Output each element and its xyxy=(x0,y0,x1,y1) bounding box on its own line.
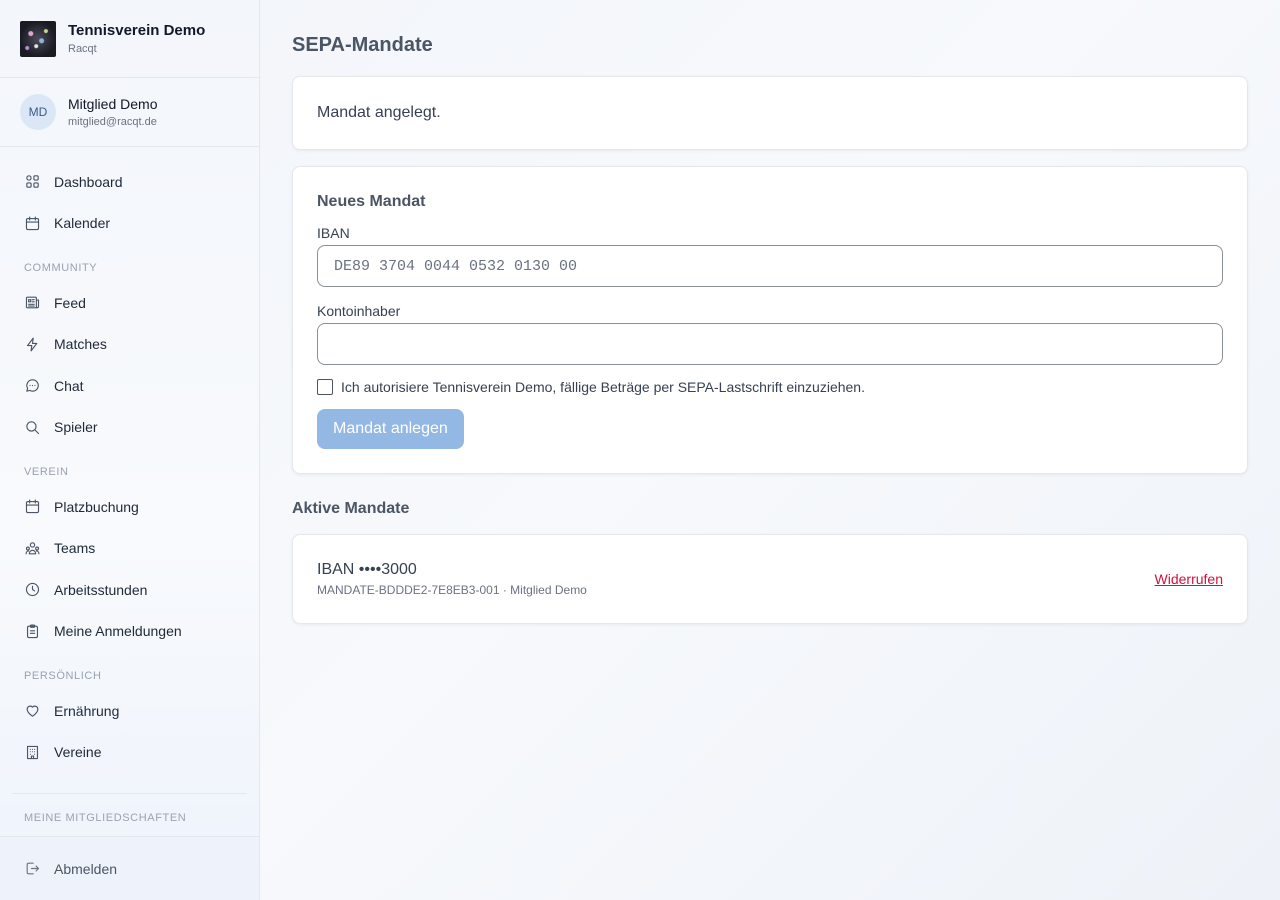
form-title: Neues Mandat xyxy=(317,193,426,210)
nav-section-verein: Verein xyxy=(24,466,69,478)
active-mandates-title: Aktive Mandate xyxy=(292,500,410,517)
heart-icon xyxy=(26,705,39,717)
sidebar-item-teams[interactable]: Teams xyxy=(12,528,247,570)
logout-icon xyxy=(26,862,40,875)
sidebar-nav: Dashboard Kalender Community Feed Matche… xyxy=(0,147,259,900)
mandate-iban: IBAN ••••3000 xyxy=(317,561,417,578)
sidebar-item-matches[interactable]: Matches xyxy=(12,324,247,366)
calendar-icon xyxy=(25,499,40,514)
club-logo xyxy=(20,20,56,57)
revoke-link[interactable]: Widerrufen xyxy=(1155,571,1223,587)
mandate-meta: MANDATE-BDDDE2-7E8EB3-001 · Mitglied Dem… xyxy=(317,583,587,597)
sidebar-item-label: Ernährung xyxy=(54,702,120,719)
sidebar-item-ernaehrung[interactable]: Ernährung xyxy=(12,690,247,732)
sidebar-item-label: Dashboard xyxy=(54,173,123,190)
club-name: Tennisverein Demo xyxy=(68,22,206,39)
sidebar-item-spieler[interactable]: Spieler xyxy=(12,407,247,449)
page-title: SEPA-Mandate xyxy=(292,34,433,56)
notice-text: Mandat angelegt. xyxy=(317,104,441,121)
lightning-icon xyxy=(26,337,38,352)
iban-input[interactable] xyxy=(317,245,1223,287)
building-icon xyxy=(26,745,39,759)
user-email: mitglied@racqt.de xyxy=(68,116,157,128)
sidebar: Tennisverein Demo Racqt MD Mitglied Demo… xyxy=(0,0,260,900)
sidebar-item-chat[interactable]: Chat xyxy=(12,365,247,407)
search-icon xyxy=(26,421,40,434)
sidebar-item-label: Matches xyxy=(54,336,107,353)
logout-button[interactable]: Abmelden xyxy=(0,836,259,900)
new-mandate-form: Neues Mandat IBAN Kontoinhaber Ich autor… xyxy=(292,166,1248,474)
nav-section-community: Community xyxy=(24,262,98,274)
iban-label: IBAN xyxy=(317,225,350,241)
create-mandate-button[interactable]: Mandat anlegen xyxy=(317,409,464,449)
sidebar-item-label: Meine Anmeldungen xyxy=(54,623,182,640)
newspaper-icon xyxy=(25,296,40,309)
chat-bubble-icon xyxy=(26,379,39,392)
sidebar-item-label: Feed xyxy=(54,294,86,311)
main-content: SEPA-Mandate Mandat angelegt. Neues Mand… xyxy=(260,0,1280,900)
consent-row: Ich autorisiere Tennisverein Demo, fälli… xyxy=(317,379,1223,395)
sidebar-item-feed[interactable]: Feed xyxy=(12,282,247,324)
calendar-icon xyxy=(25,216,40,230)
success-notice: Mandat angelegt. xyxy=(292,76,1248,150)
sidebar-item-arbeitsstunden[interactable]: Arbeitsstunden xyxy=(12,569,247,611)
nav-section-memberships: Meine Mitgliedschaften xyxy=(24,812,187,824)
consent-checkbox[interactable] xyxy=(317,379,333,395)
sidebar-item-label: Chat xyxy=(54,377,84,394)
sidebar-item-label: Platzbuchung xyxy=(54,498,139,515)
app-root: Tennisverein Demo Racqt MD Mitglied Demo… xyxy=(0,0,1280,900)
sidebar-item-vereine[interactable]: Vereine xyxy=(12,732,247,774)
user-profile[interactable]: MD Mitglied Demo mitglied@racqt.de xyxy=(0,78,259,147)
sidebar-item-platzbuchung[interactable]: Platzbuchung xyxy=(12,486,247,528)
account-holder-input[interactable] xyxy=(317,323,1223,365)
sidebar-item-label: Arbeitsstunden xyxy=(54,581,148,598)
sidebar-item-label: Teams xyxy=(54,540,96,557)
sidebar-item-meine-anmeldungen[interactable]: Meine Anmeldungen xyxy=(12,611,247,653)
logout-label: Abmelden xyxy=(54,860,118,877)
sidebar-item-dashboard[interactable]: Dashboard xyxy=(12,161,247,203)
sidebar-item-label: Spieler xyxy=(54,419,98,436)
sidebar-item-label: Kalender xyxy=(54,215,111,232)
nav-section-persoenlich: Persönlich xyxy=(24,670,102,682)
brand-header[interactable]: Tennisverein Demo Racqt xyxy=(0,0,259,78)
grid-icon xyxy=(26,175,39,188)
avatar: MD xyxy=(20,94,56,130)
consent-label[interactable]: Ich autorisiere Tennisverein Demo, fälli… xyxy=(341,379,865,395)
clock-icon xyxy=(25,583,40,597)
sidebar-item-kalender[interactable]: Kalender xyxy=(12,203,247,245)
app-name: Racqt xyxy=(68,43,97,55)
team-icon xyxy=(25,542,40,555)
user-name: Mitglied Demo xyxy=(68,96,158,112)
list-item: IBAN ••••3000 MANDATE-BDDDE2-7E8EB3-001 … xyxy=(292,534,1248,624)
sidebar-item-label: Vereine xyxy=(54,744,102,761)
clipboard-icon xyxy=(26,624,39,638)
account-holder-label: Kontoinhaber xyxy=(317,303,401,319)
